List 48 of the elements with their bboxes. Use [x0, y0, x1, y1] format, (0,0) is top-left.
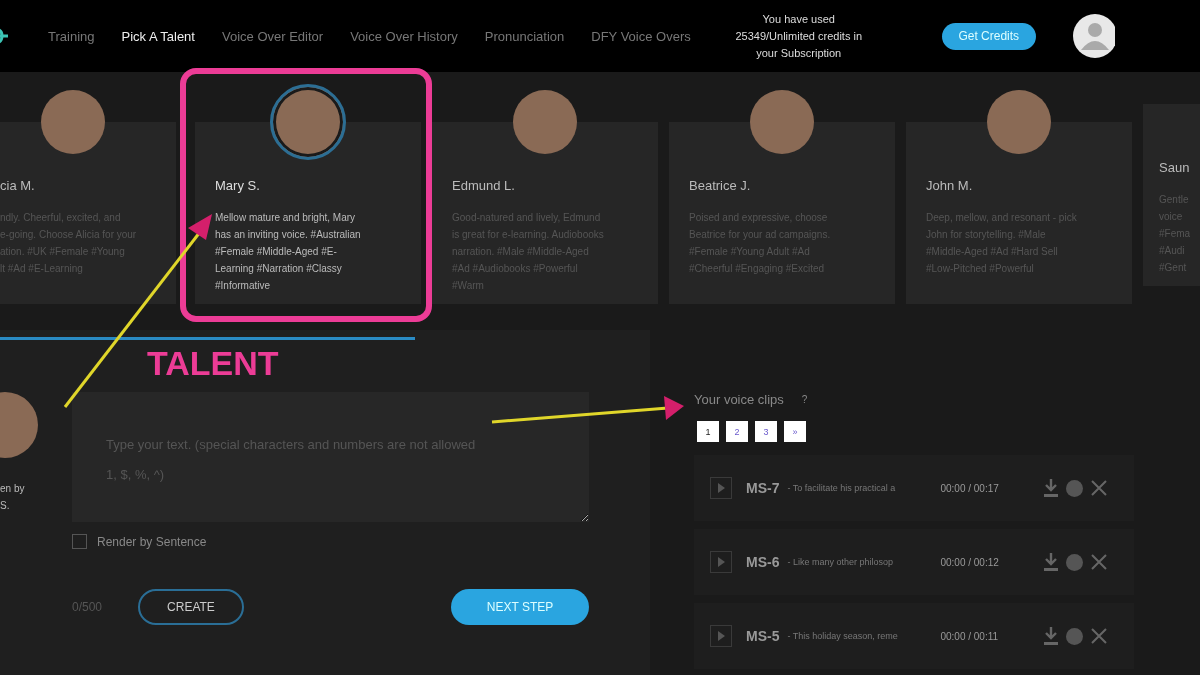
nav-link[interactable]: Voice Over History	[350, 28, 458, 44]
credits-info: You have used 25349/Unlimited credits in your Subscription	[734, 11, 864, 61]
talent-name: Edmund L.	[452, 178, 516, 193]
help-icon[interactable]: ?	[801, 394, 808, 405]
talent-name: Beatrice J.	[689, 178, 752, 193]
page-button[interactable]: 1	[697, 421, 719, 442]
talent-name: Saun	[1159, 160, 1191, 175]
clip-snippet: - This holiday season, reme	[787, 631, 899, 641]
nav-link[interactable]: DFY Voice Overs	[591, 28, 691, 44]
talent-description: Mellow mature and bright, Mary has an inviting voice. #Australian #Female #Middle-Aged #E- Learning #Narration #Classy #Informative	[215, 211, 362, 293]
nav-link[interactable]: Voice Over Editor	[221, 28, 324, 44]
circle-icon[interactable]	[1066, 479, 1084, 497]
close-icon[interactable]	[1091, 628, 1108, 644]
checkbox-label: Render by Sentence	[97, 534, 207, 549]
close-icon[interactable]	[1091, 480, 1108, 496]
clip-name: MS-6	[746, 554, 780, 570]
page-button[interactable]: »	[784, 421, 806, 442]
annotation-label: TALENT	[147, 344, 279, 383]
nav-link[interactable]: Pick A Talent	[121, 28, 195, 44]
talent-name: John M.	[926, 178, 974, 193]
circle-icon[interactable]	[1066, 553, 1084, 571]
talent-card[interactable]: Mary S. Mellow mature and bright, Mary has an inviting voice. #Australian #Female #Middle-Aged #E- Learning #Narration #Classy #Informative	[195, 122, 421, 304]
page-button[interactable]: 3	[755, 421, 777, 442]
close-icon[interactable]	[1091, 554, 1108, 570]
talent-name: Mary S.	[215, 178, 261, 193]
nav-link[interactable]: Pronunciation	[484, 28, 565, 44]
play-icon[interactable]	[710, 551, 732, 573]
clip-snippet: - To facilitate his practical a	[787, 483, 897, 493]
clip-name: MS-5	[746, 628, 780, 644]
circle-icon[interactable]	[1066, 627, 1084, 645]
talent-name: cia M.	[0, 178, 35, 193]
create-button[interactable]: CREATE	[138, 589, 244, 625]
nav-link[interactable]: Training	[48, 28, 95, 44]
download-icon[interactable]	[1044, 479, 1059, 497]
clip-time: 00:00 / 00:12	[940, 556, 1000, 568]
clip-name: MS-7	[746, 480, 780, 496]
checkbox[interactable]	[72, 534, 87, 549]
voice-clips-title: Your voice clips	[694, 392, 784, 407]
clip-time: 00:00 / 00:11	[940, 630, 1000, 642]
page-button[interactable]: 2	[726, 421, 748, 442]
download-icon[interactable]	[1044, 553, 1059, 571]
written-by-text: en by S.	[0, 482, 26, 513]
play-icon[interactable]	[710, 625, 732, 647]
download-icon[interactable]	[1044, 627, 1059, 645]
user-avatar-icon[interactable]	[1072, 14, 1115, 58]
clip-time: 00:00 / 00:17	[940, 482, 1000, 494]
clip-snippet: - Like many other philosop	[787, 557, 894, 567]
play-icon[interactable]	[710, 477, 732, 499]
